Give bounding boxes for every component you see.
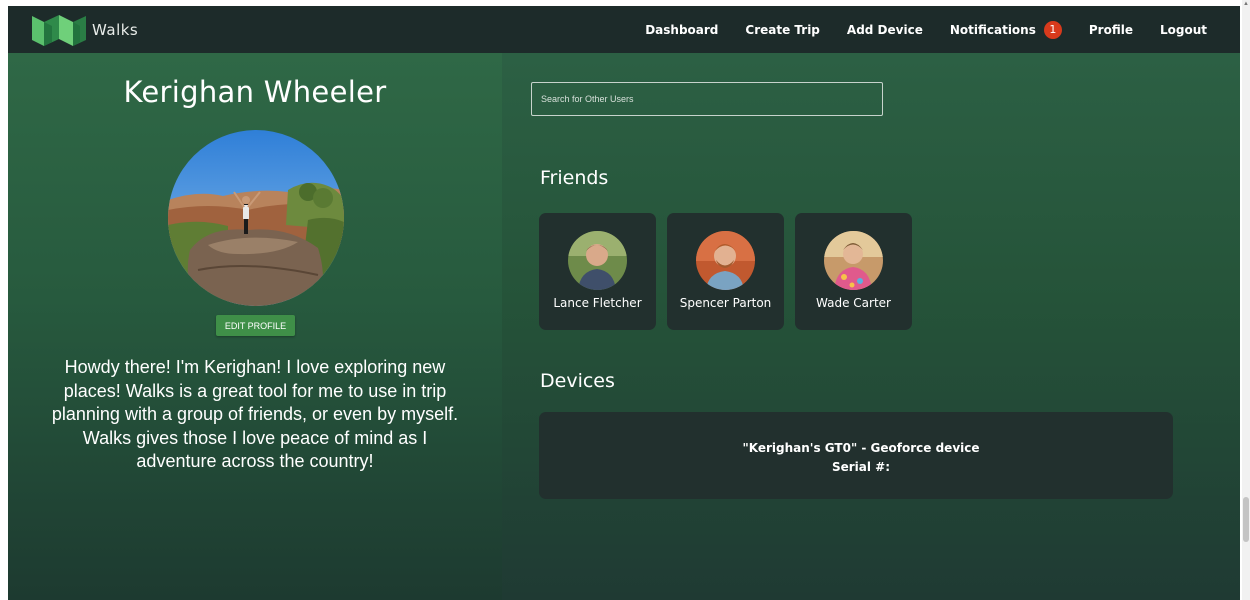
friend-photo-image xyxy=(696,231,755,290)
device-info: "Kerighan's GT0" - Geoforce device Seria… xyxy=(539,439,1183,477)
nav-dashboard[interactable]: Dashboard xyxy=(645,23,718,37)
friends-heading: Friends xyxy=(540,167,609,189)
devices-heading: Devices xyxy=(540,370,615,392)
nav-logout[interactable]: Logout xyxy=(1160,23,1207,37)
brand-name: Walks xyxy=(92,20,139,39)
brand-link[interactable]: Walks xyxy=(30,12,138,48)
friend-name: Lance Fletcher xyxy=(553,296,642,310)
friends-list: Lance Fletcher Spencer Parton Wade Carte… xyxy=(539,213,923,330)
friend-card[interactable]: Wade Carter xyxy=(795,213,912,330)
nav-notifications-label: Notifications xyxy=(949,22,1036,37)
friend-name: Spencer Parton xyxy=(679,296,772,310)
social-panel: Friends Lance Fletcher xyxy=(502,53,1240,600)
friend-card[interactable]: Spencer Parton xyxy=(667,213,784,330)
profile-name: Kerighan Wheeler xyxy=(123,75,387,109)
scroll-up-icon[interactable]: ▲ xyxy=(1243,1,1249,7)
friend-avatar xyxy=(568,231,627,290)
friend-avatar xyxy=(696,231,755,290)
page-scrollbar[interactable]: ▲ xyxy=(1242,0,1250,600)
friend-card[interactable]: Lance Fletcher xyxy=(539,213,656,330)
profile-bio: Howdy there! I'm Kerighan! I love explor… xyxy=(51,357,459,471)
walks-logo-icon xyxy=(32,14,86,46)
friend-avatar xyxy=(824,231,883,290)
app-frame: Walks Dashboard Create Trip Add Device N… xyxy=(8,6,1240,600)
profile-panel: Kerighan Wheeler EDIT PROFILE Howdy ther… xyxy=(8,53,502,600)
device-name: "Kerighan's GT0" - Geoforce device xyxy=(742,441,980,455)
profile-avatar xyxy=(168,130,344,306)
device-card[interactable]: "Kerighan's GT0" - Geoforce device Seria… xyxy=(539,412,1173,499)
navbar: Walks Dashboard Create Trip Add Device N… xyxy=(8,6,1240,53)
user-search-input[interactable] xyxy=(531,82,883,116)
nav-add-device[interactable]: Add Device xyxy=(847,23,923,37)
nav-profile[interactable]: Profile xyxy=(1089,23,1133,37)
notification-count-badge: 1 xyxy=(1043,20,1062,39)
friend-photo-image xyxy=(568,231,627,290)
friend-name: Wade Carter xyxy=(816,296,891,310)
nav-notifications[interactable]: Notifications 1 xyxy=(949,20,1062,39)
edit-profile-button[interactable]: EDIT PROFILE xyxy=(216,315,295,336)
device-serial: Serial #: xyxy=(831,460,891,474)
scrollbar-thumb[interactable] xyxy=(1243,497,1249,542)
nav-create-trip[interactable]: Create Trip xyxy=(745,23,820,37)
friend-photo-image xyxy=(824,231,883,290)
nav-links: Dashboard Create Trip Add Device Notific… xyxy=(618,6,1207,53)
profile-photo-image xyxy=(168,130,344,306)
